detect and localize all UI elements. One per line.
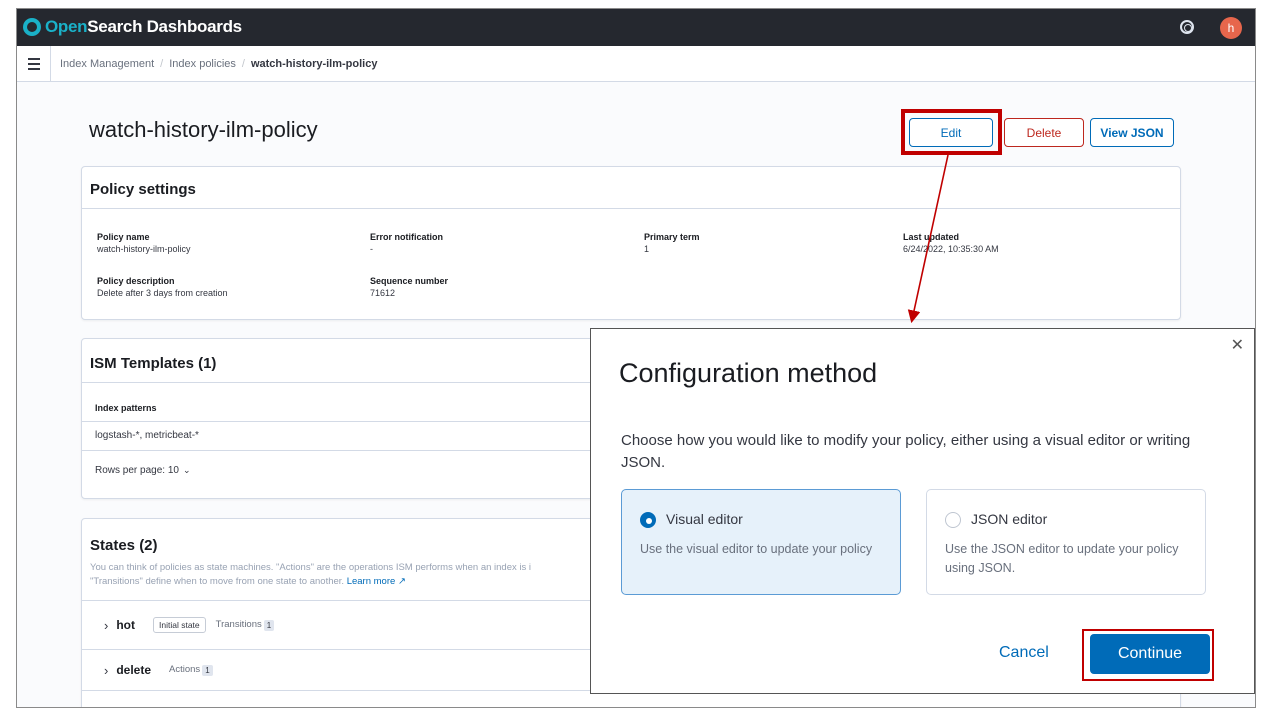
hamburger-menu-icon[interactable] [17,45,51,82]
last-updated-value: 6/24/2022, 10:35:30 AM [903,244,999,254]
breadcrumb-separator: / [241,57,245,70]
brand-rest: Search Dashboards [87,17,242,36]
chevron-right-icon[interactable]: › [104,618,108,633]
breadcrumb-index-management[interactable]: Index Management [60,58,154,70]
policy-name-value: watch-history-ilm-policy [97,244,191,254]
index-patterns-column-header[interactable]: Index patterns [95,403,157,413]
primary-term-field: Primary term 1 [644,231,700,255]
top-header: OpenSearch Dashboards h [17,9,1255,46]
transitions-count-badge: 1 [263,619,275,631]
states-title: States (2) [90,537,158,554]
json-editor-label: JSON editor [971,511,1048,527]
initial-state-tag: Initial state [153,617,206,633]
opensearch-logo[interactable]: OpenSearch Dashboards [23,17,242,37]
actions-count-badge: 1 [202,664,213,676]
states-description: You can think of policies as state machi… [90,561,630,589]
help-icon[interactable] [1180,20,1194,34]
policy-settings-panel: Policy settings Policy name watch-histor… [81,166,1181,320]
cancel-button[interactable]: Cancel [999,644,1049,662]
rows-per-page-label: Rows per page: 10 [95,465,179,476]
index-patterns-cell: logstash-*, metricbeat-* [95,430,199,441]
last-updated-label: Last updated [903,232,960,242]
json-editor-radio[interactable] [945,512,961,528]
screenshot-frame: OpenSearch Dashboards h Index Management… [16,8,1256,708]
brand-open: Open [45,17,88,36]
state-name: delete [116,663,152,677]
modal-description: Choose how you would like to modify your… [621,432,1191,471]
error-notification-value: - [370,244,373,254]
state-name: hot [116,618,135,632]
page-title: watch-history-ilm-policy [89,117,318,142]
chevron-down-icon: ⌄ [182,465,191,475]
modal-title: Configuration method [619,358,878,388]
visual-editor-description: Use the visual editor to update your pol… [640,542,873,556]
visual-editor-label: Visual editor [666,511,743,527]
states-description-line2: "Transitions" define when to move from o… [90,576,345,587]
learn-more-link[interactable]: Learn more ↗ [347,576,406,587]
rows-per-page-control[interactable]: Rows per page: 10 ⌄ [95,465,191,476]
transitions-label: Transitions [215,619,262,630]
breadcrumb-index-policies[interactable]: Index policies [169,58,236,70]
last-updated-field: Last updated 6/24/2022, 10:35:30 AM [903,231,999,255]
sequence-number-value: 71612 [370,288,396,298]
error-notification-label: Error notification [370,232,444,242]
breadcrumb: Index Management / Index policies / watc… [51,58,377,70]
user-avatar[interactable]: h [1220,17,1242,39]
opensearch-logo-icon [23,18,41,36]
breadcrumb-bar: Index Management / Index policies / watc… [17,45,1255,82]
continue-highlight-box [1082,629,1214,681]
states-description-line1: You can think of policies as state machi… [90,562,531,573]
chevron-right-icon[interactable]: › [104,663,108,678]
breadcrumb-separator: / [160,57,164,70]
sequence-number-label: Sequence number [370,276,449,286]
external-link-icon: ↗ [397,576,406,587]
sequence-number-field: Sequence number 71612 [370,275,448,299]
visual-editor-option[interactable]: Visual editor Use the visual editor to u… [621,489,901,595]
json-editor-description: Use the JSON editor to update your polic… [945,542,1179,575]
view-json-button[interactable]: View JSON [1090,118,1174,147]
policy-name-field: Policy name watch-history-ilm-policy [97,231,191,255]
primary-term-label: Primary term [644,232,700,242]
edit-highlight-box [901,109,1002,155]
close-icon[interactable]: ✕ [1231,335,1244,355]
actions-label: Actions [169,664,201,675]
error-notification-field: Error notification - [370,231,443,255]
visual-editor-radio[interactable] [640,512,656,528]
json-editor-option[interactable]: JSON editor Use the JSON editor to updat… [926,489,1206,595]
policy-description-field: Policy description Delete after 3 days f… [97,275,228,299]
policy-description-value: Delete after 3 days from creation [97,288,228,298]
breadcrumb-current: watch-history-ilm-policy [250,57,378,70]
delete-button[interactable]: Delete [1004,118,1084,147]
primary-term-value: 1 [644,244,650,254]
policy-name-label: Policy name [97,232,150,242]
policy-description-label: Policy description [97,276,175,286]
policy-settings-title: Policy settings [90,181,196,198]
